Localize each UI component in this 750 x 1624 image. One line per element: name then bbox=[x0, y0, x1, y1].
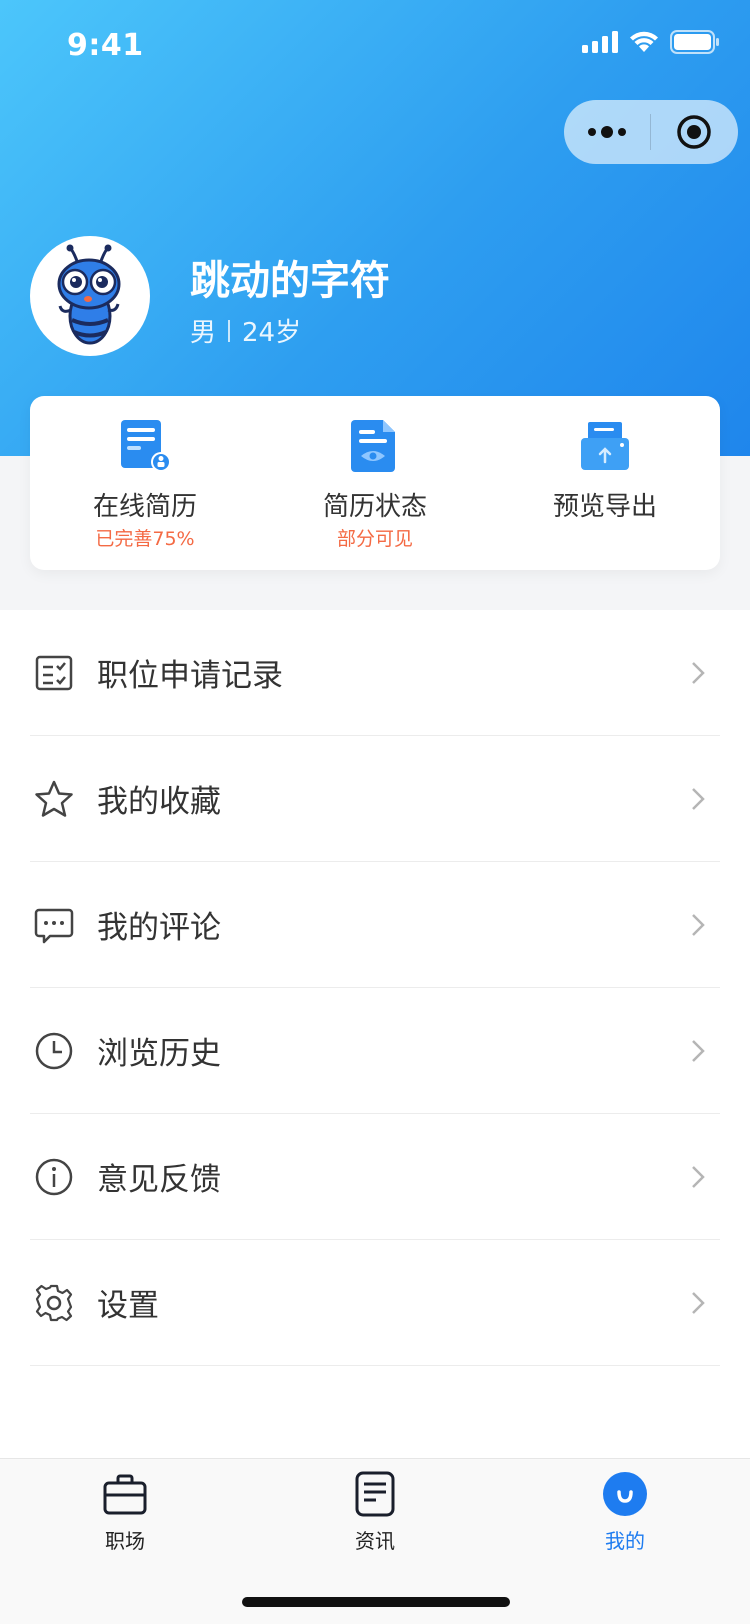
menu-item-favorites[interactable]: 我的收藏 bbox=[30, 736, 720, 862]
menu-label-favorites: 我的收藏 bbox=[97, 784, 221, 820]
resume-status-value: 部分可见 bbox=[336, 528, 413, 550]
menu-item-history[interactable]: 浏览历史 bbox=[30, 988, 720, 1114]
tab-news[interactable]: 资讯 bbox=[250, 1459, 500, 1569]
chevron-right-icon bbox=[692, 788, 705, 810]
gear-icon bbox=[35, 1284, 73, 1322]
close-button[interactable] bbox=[651, 100, 737, 164]
more-button[interactable] bbox=[564, 100, 650, 164]
preview-export-title: 预览导出 bbox=[552, 492, 657, 522]
menu-list: 职位申请记录 我的收藏 我的评论 浏览历史 意见反馈 设置 bbox=[0, 610, 750, 1366]
tab-workplace[interactable]: 职场 bbox=[0, 1459, 250, 1569]
resume-card: 在线简历 已完善75% 简历状态 部分可见 预览导出 bbox=[30, 396, 720, 570]
target-close-icon bbox=[677, 115, 711, 149]
resume-status-title: 简历状态 bbox=[322, 492, 427, 522]
menu-label-applications: 职位申请记录 bbox=[97, 658, 283, 694]
tab-mine[interactable]: 我的 bbox=[500, 1459, 750, 1569]
info-icon bbox=[35, 1158, 73, 1196]
profile-icon bbox=[603, 1472, 647, 1516]
chevron-right-icon bbox=[692, 1292, 705, 1314]
online-resume-progress: 已完善75% bbox=[95, 528, 195, 550]
tab-news-label: 资讯 bbox=[355, 1529, 395, 1553]
visibility-doc-icon bbox=[351, 420, 395, 472]
resume-status-button[interactable]: 简历状态 部分可见 bbox=[260, 396, 490, 570]
miniprogram-capsule bbox=[564, 100, 738, 164]
tab-mine-label: 我的 bbox=[605, 1529, 645, 1553]
user-name: 跳动的字符 bbox=[190, 258, 390, 304]
briefcase-icon bbox=[103, 1474, 147, 1515]
wifi-icon bbox=[630, 31, 658, 52]
export-icon bbox=[581, 422, 629, 470]
resume-icon bbox=[121, 420, 171, 472]
user-age: 24岁 bbox=[242, 318, 302, 348]
online-resume-title: 在线简历 bbox=[92, 492, 197, 522]
battery-icon bbox=[670, 30, 719, 54]
chevron-right-icon bbox=[692, 914, 705, 936]
chevron-right-icon bbox=[692, 662, 705, 684]
menu-item-settings[interactable]: 设置 bbox=[30, 1240, 720, 1366]
menu-label-settings: 设置 bbox=[97, 1288, 159, 1324]
news-icon bbox=[355, 1471, 395, 1517]
online-resume-button[interactable]: 在线简历 已完善75% bbox=[30, 396, 260, 570]
menu-item-feedback[interactable]: 意见反馈 bbox=[30, 1114, 720, 1240]
menu-item-applications[interactable]: 职位申请记录 bbox=[30, 610, 720, 736]
clock-icon bbox=[35, 1032, 73, 1070]
home-indicator bbox=[242, 1597, 510, 1607]
comment-icon bbox=[34, 908, 74, 944]
status-time: 9:41 bbox=[67, 28, 144, 63]
chevron-right-icon bbox=[692, 1166, 705, 1188]
user-gender: 男 bbox=[190, 318, 217, 348]
chevron-right-icon bbox=[692, 1040, 705, 1062]
more-dots-icon bbox=[588, 126, 626, 138]
menu-label-comments: 我的评论 bbox=[97, 910, 221, 946]
tab-workplace-label: 职场 bbox=[105, 1529, 145, 1553]
menu-label-history: 浏览历史 bbox=[97, 1036, 221, 1072]
menu-item-comments[interactable]: 我的评论 bbox=[30, 862, 720, 988]
preview-export-button[interactable]: 预览导出 bbox=[490, 396, 720, 570]
status-icons bbox=[582, 30, 720, 54]
star-icon bbox=[35, 780, 73, 817]
header-background bbox=[0, 0, 750, 456]
signal-icon bbox=[582, 31, 618, 53]
avatar[interactable] bbox=[30, 236, 150, 356]
menu-label-feedback: 意见反馈 bbox=[97, 1162, 221, 1198]
info-separator bbox=[228, 319, 231, 342]
bee-avatar-icon bbox=[57, 244, 121, 345]
user-info: 男 24岁 bbox=[190, 312, 301, 349]
checklist-icon bbox=[35, 655, 73, 691]
